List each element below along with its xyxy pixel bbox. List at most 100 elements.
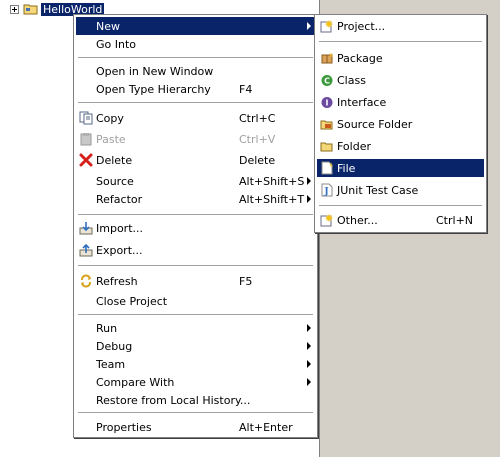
submenu-item-junit-test-case[interactable]: J JUnit Test Case xyxy=(317,181,484,199)
menu-item-label: Compare With xyxy=(96,376,175,389)
menu-item-export[interactable]: Export... xyxy=(76,241,315,259)
submenu-item-label: File xyxy=(337,162,356,175)
submenu-item-label: Project... xyxy=(337,20,386,33)
menu-item-refresh[interactable]: Refresh F5 xyxy=(76,272,315,290)
menu-item-shortcut: Ctrl+C xyxy=(239,112,276,125)
menu-item-paste[interactable]: Paste Ctrl+V xyxy=(76,130,315,148)
submenu-item-shortcut: Ctrl+N xyxy=(436,214,474,227)
junit-icon: J xyxy=(319,182,335,198)
import-icon xyxy=(78,220,94,236)
menu-item-team[interactable]: Team xyxy=(76,355,315,373)
menu-item-label: Run xyxy=(96,322,118,335)
folder-icon xyxy=(319,138,335,154)
class-icon: C xyxy=(319,72,335,88)
svg-text:J: J xyxy=(323,187,328,197)
menu-item-label: Export... xyxy=(96,244,143,257)
menu-item-delete[interactable]: Delete Delete xyxy=(76,151,315,169)
menu-item-import[interactable]: Import... xyxy=(76,219,315,237)
menu-item-label: Restore from Local History... xyxy=(96,394,251,407)
interface-icon: I xyxy=(319,94,335,110)
submenu-item-label: Interface xyxy=(337,96,387,109)
menu-separator xyxy=(78,265,313,267)
expand-toggle-icon[interactable] xyxy=(10,4,19,14)
menu-item-shortcut: F5 xyxy=(239,275,253,288)
submenu-item-folder[interactable]: Folder xyxy=(317,137,484,155)
menu-separator xyxy=(78,314,313,316)
menu-item-shortcut: Delete xyxy=(239,154,276,167)
menu-separator xyxy=(319,205,482,207)
context-menu: New Go Into Open in New Window Open Type… xyxy=(73,14,318,438)
submenu-item-other[interactable]: Other... Ctrl+N xyxy=(317,211,484,229)
menu-item-close-project[interactable]: Close Project xyxy=(76,292,315,310)
submenu-item-label: Other... xyxy=(337,214,378,227)
menu-item-label: Import... xyxy=(96,222,143,235)
project-folder-icon xyxy=(23,4,38,15)
menu-separator xyxy=(78,214,313,216)
menu-item-label: Refactor xyxy=(96,193,143,206)
menu-separator xyxy=(78,412,313,414)
menu-item-restore-from-local-history[interactable]: Restore from Local History... xyxy=(76,391,315,409)
submenu-arrow-icon xyxy=(307,195,311,203)
submenu-item-package[interactable]: Package xyxy=(317,49,484,67)
source-folder-icon xyxy=(319,116,335,132)
submenu-arrow-icon xyxy=(307,342,311,350)
menu-item-label: Properties xyxy=(96,421,152,434)
new-project-icon xyxy=(319,18,335,34)
submenu-arrow-icon xyxy=(307,177,311,185)
menu-item-open-in-new-window[interactable]: Open in New Window xyxy=(76,62,315,80)
other-wizard-icon xyxy=(319,212,335,228)
menu-item-new[interactable]: New xyxy=(76,17,315,35)
menu-item-label: Copy xyxy=(96,112,124,125)
submenu-item-label: Source Folder xyxy=(337,118,413,131)
menu-separator xyxy=(319,41,482,43)
menu-separator xyxy=(78,57,313,59)
svg-text:I: I xyxy=(326,99,329,108)
refresh-icon xyxy=(78,273,94,289)
menu-item-refactor[interactable]: Refactor Alt+Shift+T xyxy=(76,190,315,208)
menu-item-shortcut: Ctrl+V xyxy=(239,133,276,146)
menu-item-open-type-hierarchy[interactable]: Open Type Hierarchy F4 xyxy=(76,80,315,98)
menu-item-properties[interactable]: Properties Alt+Enter xyxy=(76,418,315,436)
menu-item-shortcut: Alt+Enter xyxy=(239,421,293,434)
menu-item-label: Debug xyxy=(96,340,133,353)
submenu-item-project[interactable]: Project... xyxy=(317,17,484,35)
menu-item-shortcut: F4 xyxy=(239,83,253,96)
submenu-item-class[interactable]: C Class xyxy=(317,71,484,89)
svg-text:C: C xyxy=(324,77,330,86)
menu-separator xyxy=(78,102,313,104)
menu-item-shortcut: Alt+Shift+T xyxy=(239,193,305,206)
menu-item-label: Source xyxy=(96,175,134,188)
paste-icon xyxy=(78,131,94,147)
menu-item-shortcut: Alt+Shift+S xyxy=(239,175,305,188)
menu-item-copy[interactable]: Copy Ctrl+C xyxy=(76,109,315,127)
menu-item-debug[interactable]: Debug xyxy=(76,337,315,355)
submenu-item-label: Class xyxy=(337,74,366,87)
new-submenu: Project... Package C Class I Interface S… xyxy=(314,14,487,233)
menu-item-label: Paste xyxy=(96,133,126,146)
delete-icon xyxy=(78,152,94,168)
submenu-arrow-icon xyxy=(307,378,311,386)
menu-item-run[interactable]: Run xyxy=(76,319,315,337)
submenu-item-label: Folder xyxy=(337,140,371,153)
submenu-arrow-icon xyxy=(307,22,311,30)
file-icon xyxy=(319,160,335,176)
copy-icon xyxy=(78,110,94,126)
menu-item-label: Delete xyxy=(96,154,133,167)
submenu-item-interface[interactable]: I Interface xyxy=(317,93,484,111)
submenu-arrow-icon xyxy=(307,324,311,332)
menu-item-label: Close Project xyxy=(96,295,168,308)
menu-item-go-into[interactable]: Go Into xyxy=(76,35,315,53)
menu-item-label: Open Type Hierarchy xyxy=(96,83,211,96)
menu-item-label: Team xyxy=(96,358,126,371)
menu-item-compare-with[interactable]: Compare With xyxy=(76,373,315,391)
submenu-item-label: Package xyxy=(337,52,383,65)
menu-item-label: Refresh xyxy=(96,275,138,288)
menu-item-label: Go Into xyxy=(96,38,137,51)
menu-item-source[interactable]: Source Alt+Shift+S xyxy=(76,172,315,190)
submenu-item-label: JUnit Test Case xyxy=(337,184,419,197)
submenu-arrow-icon xyxy=(307,360,311,368)
menu-item-label: New xyxy=(96,20,120,33)
submenu-item-file[interactable]: File xyxy=(317,159,484,177)
submenu-item-source-folder[interactable]: Source Folder xyxy=(317,115,484,133)
export-icon xyxy=(78,242,94,258)
